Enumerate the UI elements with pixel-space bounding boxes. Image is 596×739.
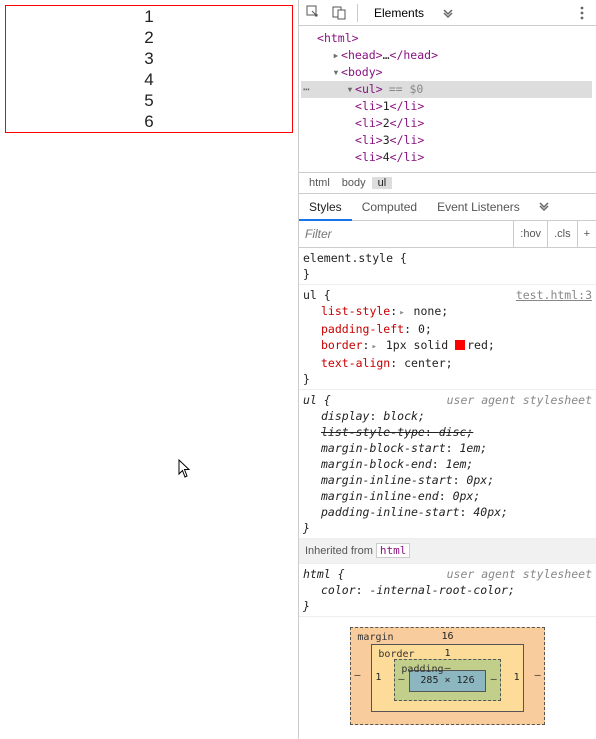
rule-selector[interactable]: element.style { [303,250,592,266]
list-item: 5 [6,90,292,111]
expand-icon[interactable]: ▸ [331,47,341,64]
list-item: 6 [6,111,292,132]
source-ua: user agent stylesheet [447,566,592,582]
add-rule-button[interactable]: + [577,221,596,247]
tab-elements[interactable]: Elements [368,0,430,26]
inherited-from: Inherited from html [299,539,596,564]
list-item: 4 [6,69,292,90]
filter-row: :hov .cls + [299,221,596,248]
collapse-icon[interactable]: ▾ [345,81,355,98]
rendered-page: 1 2 3 4 5 6 [0,0,298,739]
color-swatch[interactable] [455,340,465,350]
source-link[interactable]: test.html:3 [516,287,592,303]
devtools-panel: Elements <html> ▸<head>…</head> ▾<body> … [298,0,596,739]
list-item: 1 [6,6,292,27]
more-tabs-icon[interactable] [530,200,558,215]
inherited-chip[interactable]: html [376,543,411,558]
dom-tree[interactable]: <html> ▸<head>…</head> ▾<body> ▾<ul>== $… [299,26,596,172]
list-item: 3 [6,48,292,69]
tab-computed[interactable]: Computed [352,194,427,220]
styles-tabs: Styles Computed Event Listeners [299,194,596,221]
styles-pane[interactable]: element.style { } test.html:3 ul { list-… [299,248,596,739]
more-tabs-icon[interactable] [440,5,456,21]
cls-toggle[interactable]: .cls [547,221,577,247]
box-model[interactable]: margin 16 – – border 1 1 1 padding – – –… [299,617,596,725]
kebab-icon[interactable] [574,5,590,21]
inspect-icon[interactable] [305,5,321,21]
demo-list: 1 2 3 4 5 6 [5,5,293,133]
tab-styles[interactable]: Styles [299,195,352,221]
tab-listeners[interactable]: Event Listeners [427,194,530,220]
filter-input[interactable] [299,221,513,247]
crumb-html[interactable]: html [303,177,336,189]
crumb-body[interactable]: body [336,177,372,189]
device-icon[interactable] [331,5,347,21]
crumb-ul[interactable]: ul [372,177,393,189]
collapse-icon[interactable]: ▾ [331,64,341,81]
dom-breadcrumbs[interactable]: html body ul [299,172,596,194]
dom-selected-node[interactable]: ▾<ul>== $0 [303,81,592,98]
list-item: 2 [6,27,292,48]
devtools-toolbar: Elements [299,0,596,26]
source-ua: user agent stylesheet [447,392,592,408]
hov-toggle[interactable]: :hov [513,221,547,247]
